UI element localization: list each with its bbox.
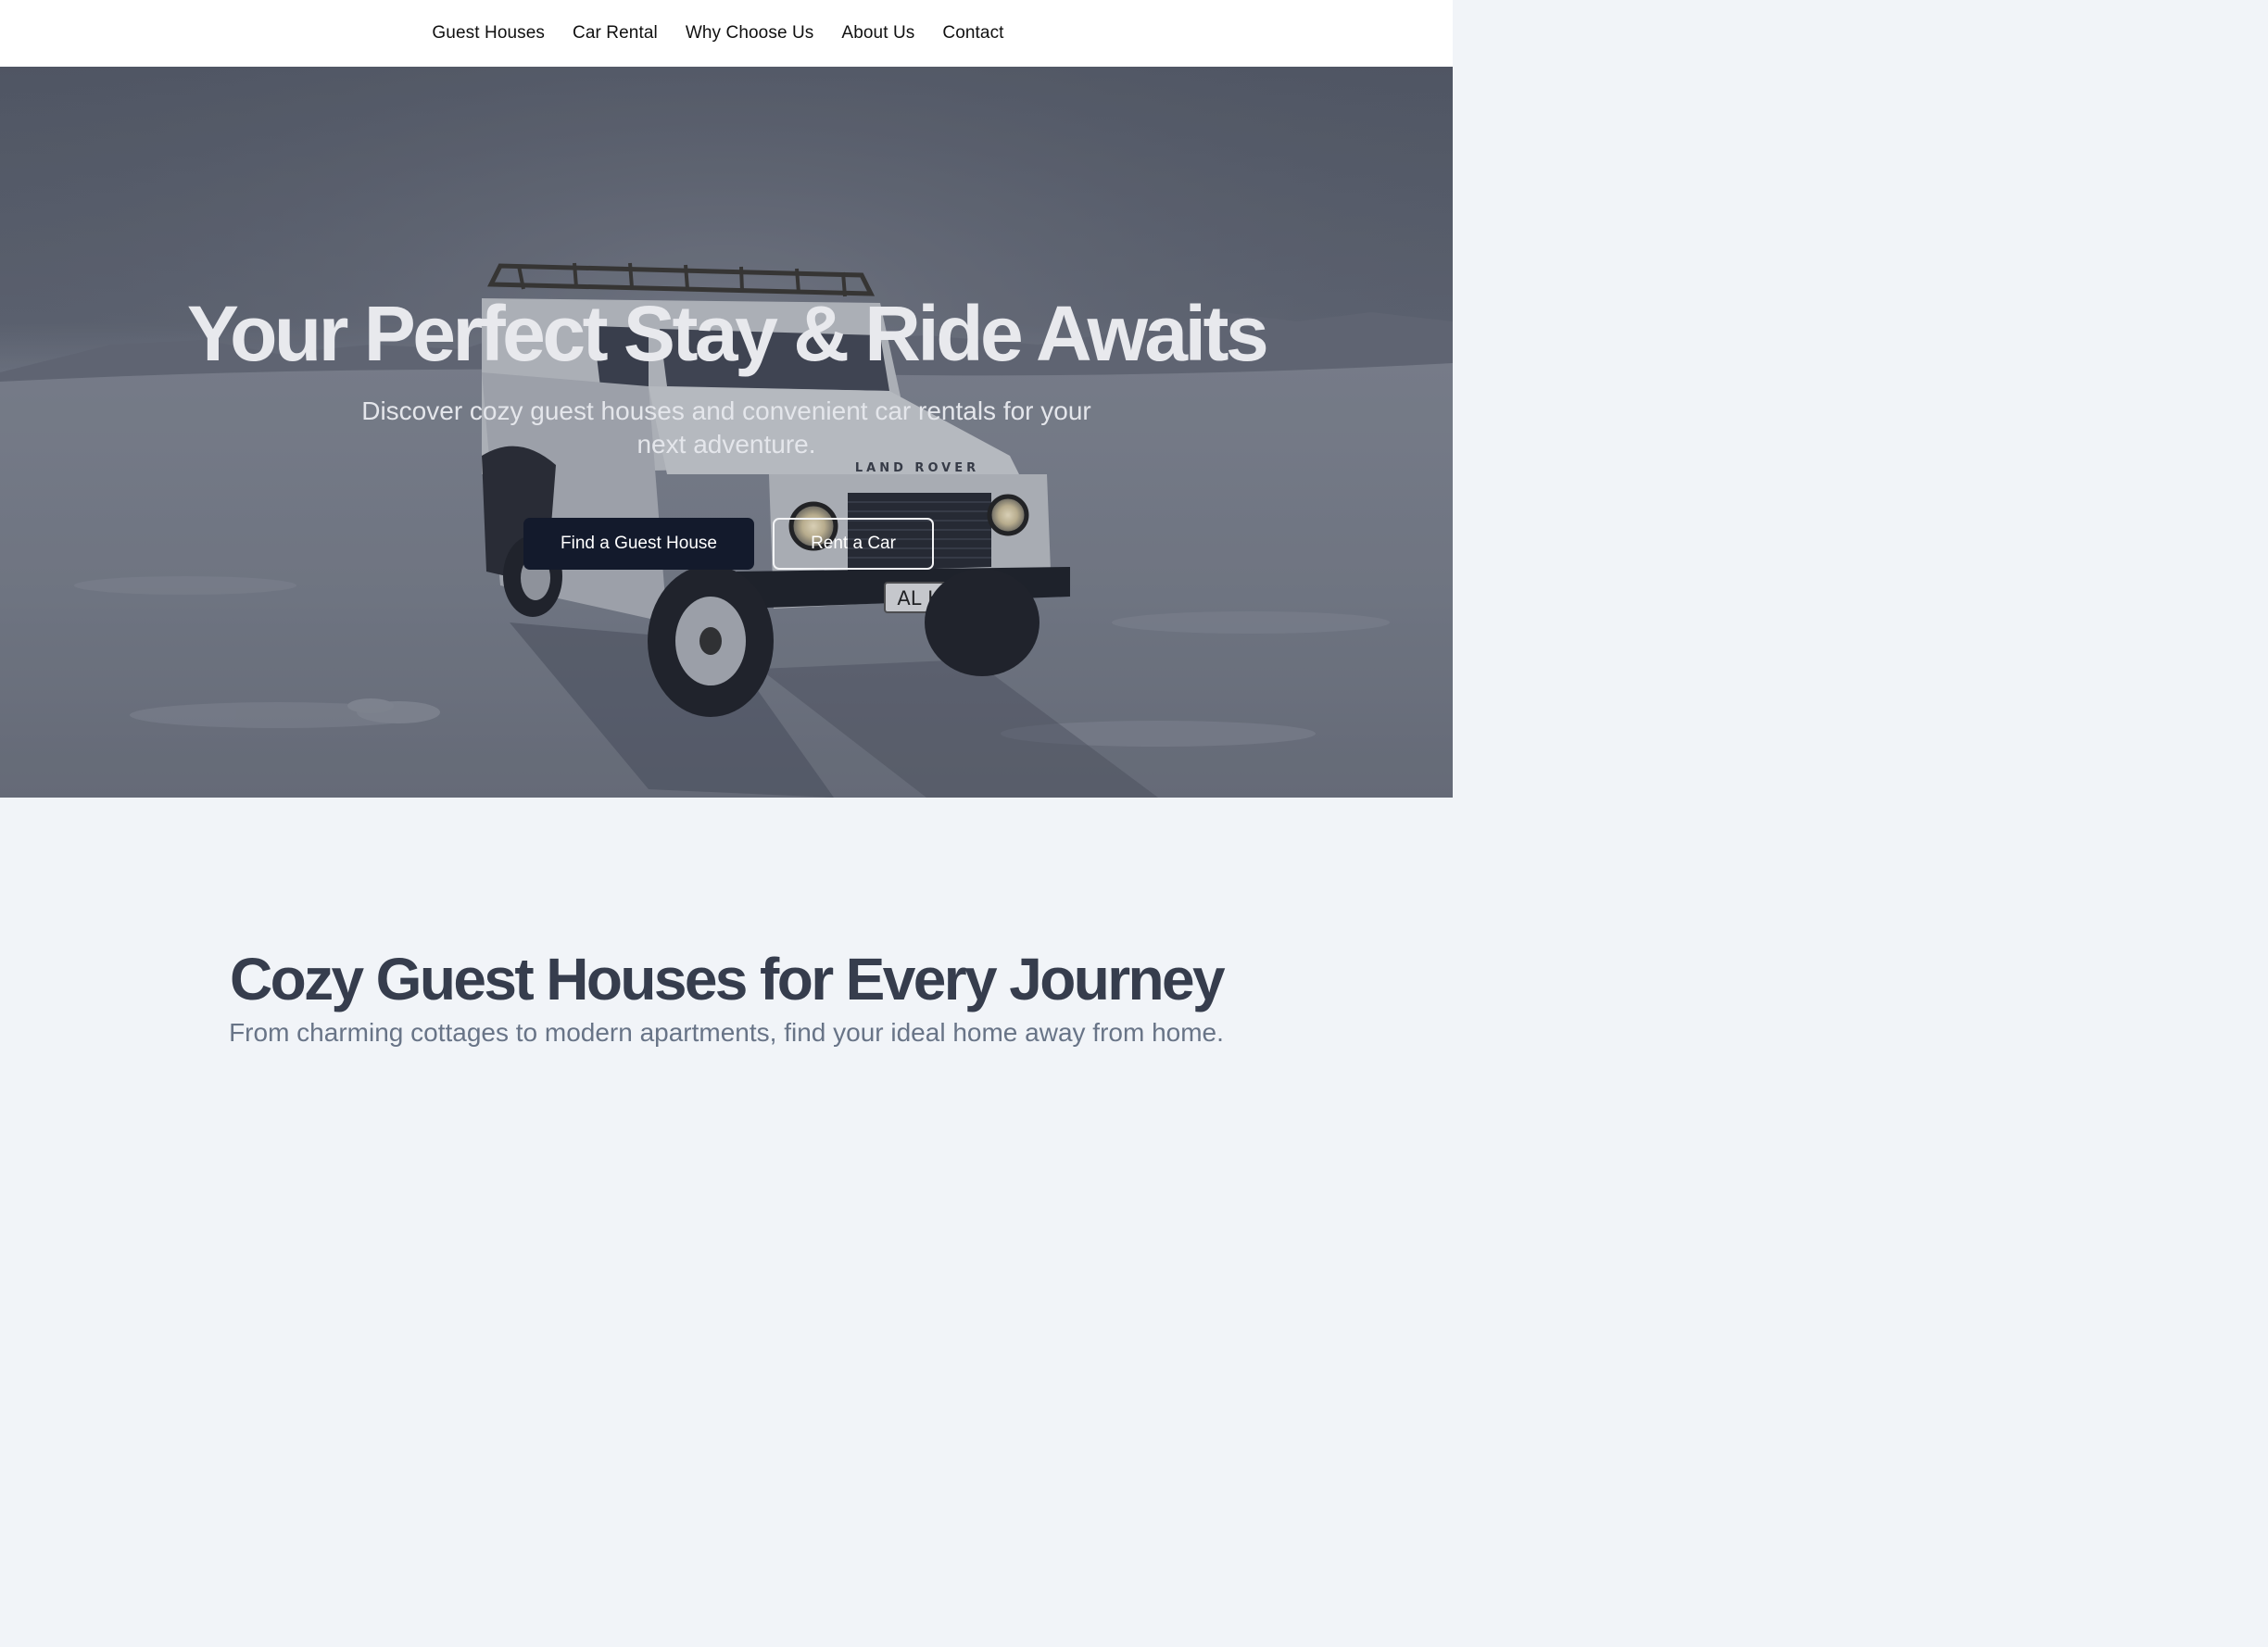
top-navigation: Guest Houses Car Rental Why Choose Us Ab…: [0, 0, 1453, 67]
nav-link-about-us[interactable]: About Us: [827, 19, 928, 47]
guest-houses-section: Cozy Guest Houses for Every Journey From…: [0, 798, 1453, 1055]
nav-links: Guest Houses Car Rental Why Choose Us Ab…: [418, 19, 1017, 47]
hero-content: Your Perfect Stay & Ride Awaits Discover…: [0, 67, 1453, 798]
section-subtitle: From charming cottages to modern apartme…: [229, 1018, 1224, 1047]
rent-a-car-button[interactable]: Rent a Car: [773, 518, 934, 570]
nav-link-why-choose-us[interactable]: Why Choose Us: [672, 19, 828, 47]
find-guest-house-button[interactable]: Find a Guest House: [523, 518, 754, 570]
nav-link-car-rental[interactable]: Car Rental: [559, 19, 672, 47]
hero-section: AL H12 LAND ROVER Your Perfect Stay & Ri…: [0, 67, 1453, 798]
hero-subtitle: Discover cozy guest houses and convenien…: [361, 396, 1091, 459]
section-title: Cozy Guest Houses for Every Journey: [229, 946, 1226, 1012]
hero-title: Your Perfect Stay & Ride Awaits: [186, 290, 1269, 377]
nav-link-contact[interactable]: Contact: [928, 19, 1017, 47]
nav-link-guest-houses[interactable]: Guest Houses: [418, 19, 559, 47]
